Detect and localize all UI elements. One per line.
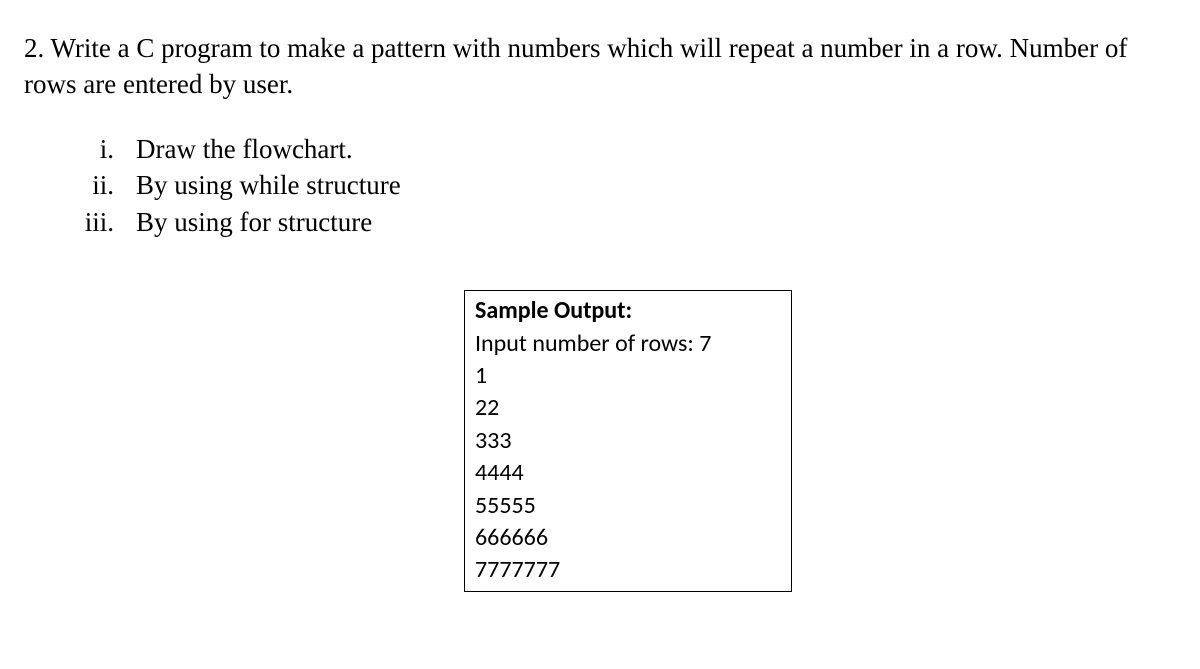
list-item-number: iii. (44, 204, 136, 240)
page: 2. Write a C program to make a pattern w… (0, 0, 1200, 592)
list-item-text: By using while structure (136, 167, 401, 203)
sample-output-line: 55555 (475, 490, 781, 522)
sample-title: Sample Output: (475, 295, 781, 327)
sub-list: i. Draw the flowchart. ii. By using whil… (44, 131, 1176, 240)
sample-input-line: Input number of rows: 7 (475, 328, 781, 360)
question-text: 2. Write a C program to make a pattern w… (24, 30, 1176, 103)
sample-output-box: Sample Output: Input number of rows: 7 1… (464, 290, 792, 592)
list-item: ii. By using while structure (44, 167, 1176, 203)
sample-output-line: 7777777 (475, 554, 781, 586)
question-body: Write a C program to make a pattern with… (24, 33, 1127, 99)
list-item-number: i. (44, 131, 136, 167)
question-number: 2. (24, 33, 44, 63)
list-item-number: ii. (44, 167, 136, 203)
sample-output-line: 333 (475, 425, 781, 457)
sample-output-line: 4444 (475, 457, 781, 489)
sample-output-line: 666666 (475, 522, 781, 554)
sample-output-line: 1 (475, 360, 781, 392)
list-item: i. Draw the flowchart. (44, 131, 1176, 167)
sample-output-line: 22 (475, 392, 781, 424)
list-item-text: By using for structure (136, 204, 372, 240)
list-item: iii. By using for structure (44, 204, 1176, 240)
list-item-text: Draw the flowchart. (136, 131, 353, 167)
